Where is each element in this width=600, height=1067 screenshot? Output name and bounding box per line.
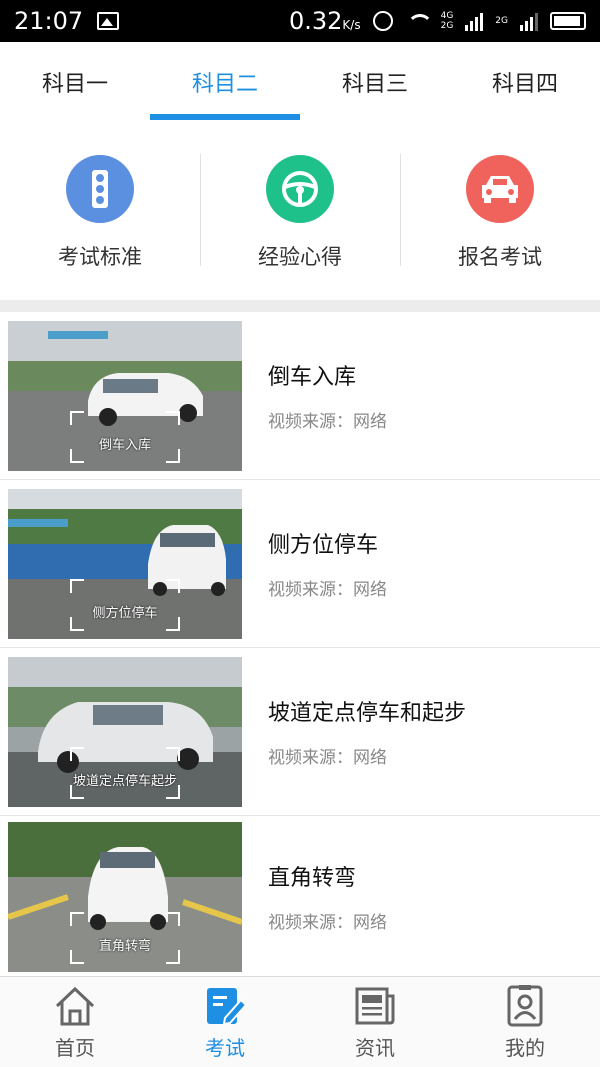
- nav-profile[interactable]: 我的: [450, 977, 600, 1067]
- newspaper-icon: [355, 987, 395, 1024]
- quick-actions: 考试标准 经验心得 报名考试: [0, 138, 600, 288]
- video-item-right-angle-turn[interactable]: 直角转弯 直角转弯 视频来源：网络: [0, 816, 600, 978]
- video-thumbnail: 直角转弯: [8, 821, 242, 972]
- bottom-navigation: 首页 考试 资讯 我的: [0, 976, 600, 1067]
- section-divider: [0, 300, 600, 312]
- video-item-ramp-stop-start[interactable]: 坡道定点停车起步 坡道定点停车和起步 视频来源：网络: [0, 648, 600, 816]
- video-title: 坡道定点停车和起步: [268, 701, 467, 726]
- network-speed: 0.32K/s: [288, 7, 361, 35]
- signal-icon: [465, 11, 484, 31]
- wifi-icon: [405, 12, 433, 30]
- video-item-side-parking[interactable]: 侧方位停车 侧方位停车 视频来源：网络: [0, 480, 600, 648]
- steering-wheel-icon: [266, 155, 334, 223]
- network-type: 4G 2G: [440, 11, 454, 31]
- clock: 21:07: [14, 7, 84, 35]
- profile-card-icon: [507, 984, 543, 1026]
- video-thumbnail: 侧方位停车: [8, 488, 242, 639]
- nav-news[interactable]: 资讯: [300, 977, 450, 1067]
- video-thumbnail: 坡道定点停车起步: [8, 656, 242, 807]
- video-source: 视频来源：网络: [268, 748, 387, 768]
- tab-subject-2[interactable]: 科目二: [150, 42, 300, 122]
- thumbnail-caption: 侧方位停车: [92, 605, 158, 621]
- thumbnail-caption: 坡道定点停车起步: [72, 773, 178, 789]
- car-icon: [466, 155, 534, 223]
- battery-icon: [550, 12, 586, 30]
- tab-subject-4[interactable]: 科目四: [450, 42, 600, 122]
- register-exam-button[interactable]: 报名考试: [400, 138, 600, 288]
- thumbnail-caption: 倒车入库: [98, 437, 152, 453]
- thumbnail-caption: 直角转弯: [98, 938, 152, 954]
- exam-standard-button[interactable]: 考试标准: [0, 138, 200, 288]
- signal-icon-2: [520, 11, 538, 31]
- alarm-icon: [372, 11, 393, 31]
- video-source: 视频来源：网络: [268, 913, 387, 933]
- status-bar: 21:07 0.32K/s 4G 2G 2G: [0, 0, 600, 42]
- tab-subject-3[interactable]: 科目三: [300, 42, 450, 122]
- video-title: 直角转弯: [268, 866, 357, 891]
- experience-button[interactable]: 经验心得: [200, 138, 400, 288]
- image-notification-icon: [97, 12, 120, 30]
- video-list: 倒车入库 倒车入库 视频来源：网络 侧方位停车 侧方位停车 视频来源：网络 坡道…: [0, 312, 600, 978]
- video-source: 视频来源：网络: [268, 412, 387, 432]
- video-title: 倒车入库: [268, 365, 357, 390]
- exam-edit-icon: [207, 987, 247, 1025]
- video-thumbnail: 倒车入库: [8, 320, 242, 471]
- network-type-2: 2G: [495, 16, 508, 26]
- nav-home[interactable]: 首页: [0, 977, 150, 1067]
- video-source: 视频来源：网络: [268, 580, 387, 600]
- home-icon: [55, 986, 95, 1025]
- video-title: 侧方位停车: [268, 533, 379, 558]
- video-item-reverse-parking[interactable]: 倒车入库 倒车入库 视频来源：网络: [0, 312, 600, 480]
- subject-tabs: 科目一 科目二 科目三 科目四: [0, 42, 600, 122]
- traffic-light-icon: [66, 155, 134, 223]
- nav-exam[interactable]: 考试: [150, 977, 300, 1067]
- tab-subject-1[interactable]: 科目一: [0, 42, 150, 122]
